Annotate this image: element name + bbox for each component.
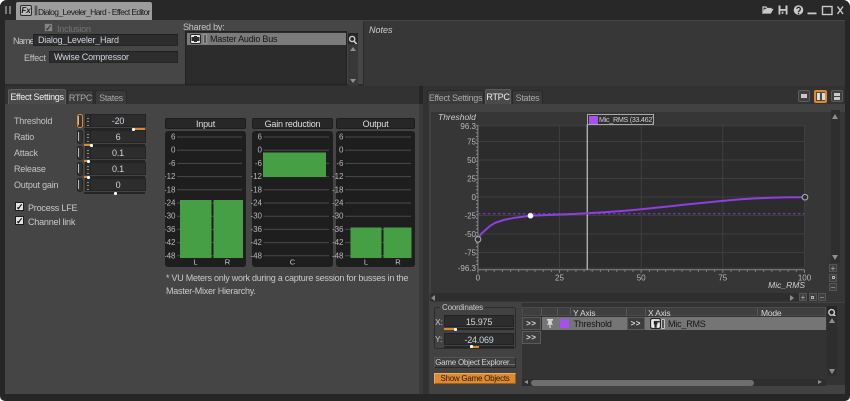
svg-text:-25: -25 xyxy=(464,211,476,220)
svg-text:L: L xyxy=(193,258,197,267)
svg-text:-12: -12 xyxy=(250,172,262,181)
svg-text:C: C xyxy=(290,258,296,267)
svg-text:-30: -30 xyxy=(332,212,344,221)
svg-text:-36: -36 xyxy=(250,225,262,234)
svg-text:75: 75 xyxy=(467,138,476,147)
svg-text:0: 0 xyxy=(339,146,344,155)
svg-text:Mic_RMS: Mic_RMS xyxy=(768,280,805,290)
svg-text:25: 25 xyxy=(555,274,564,283)
svg-text:L: L xyxy=(364,258,368,267)
svg-text:0: 0 xyxy=(171,146,176,155)
svg-text:-24: -24 xyxy=(332,199,344,208)
svg-text:-6: -6 xyxy=(168,159,176,168)
svg-text:-12: -12 xyxy=(165,172,176,181)
svg-text:-42: -42 xyxy=(165,238,176,247)
svg-text:-48: -48 xyxy=(332,251,344,260)
svg-text:-75: -75 xyxy=(464,248,476,257)
svg-text:-6: -6 xyxy=(336,159,344,168)
svg-text:-36: -36 xyxy=(332,225,344,234)
svg-text:75: 75 xyxy=(718,274,727,283)
svg-text:-18: -18 xyxy=(250,185,262,194)
svg-text:-48: -48 xyxy=(165,251,176,260)
svg-text:-18: -18 xyxy=(165,185,176,194)
svg-text:-96.3: -96.3 xyxy=(458,264,477,273)
svg-text:-24: -24 xyxy=(165,199,176,208)
svg-text:Threshold: Threshold xyxy=(438,112,476,122)
svg-text:-48: -48 xyxy=(250,251,262,260)
svg-text:R: R xyxy=(225,258,231,267)
svg-text:-42: -42 xyxy=(332,238,344,247)
svg-text:-12: -12 xyxy=(332,172,344,181)
svg-text:6: 6 xyxy=(171,133,176,142)
svg-text:-42: -42 xyxy=(250,238,262,247)
svg-text:-24: -24 xyxy=(250,199,262,208)
svg-text:0: 0 xyxy=(258,146,263,155)
svg-text:R: R xyxy=(395,258,401,267)
svg-text:-36: -36 xyxy=(165,225,176,234)
svg-text:-18: -18 xyxy=(332,185,344,194)
svg-text:50: 50 xyxy=(467,156,476,165)
svg-text:-30: -30 xyxy=(165,212,176,221)
svg-text:-30: -30 xyxy=(250,212,262,221)
svg-text:-6: -6 xyxy=(255,159,263,168)
svg-text:0: 0 xyxy=(472,193,477,202)
svg-text:6: 6 xyxy=(258,133,263,142)
svg-text:6: 6 xyxy=(339,133,344,142)
svg-text:25: 25 xyxy=(467,175,476,184)
svg-text:96.3: 96.3 xyxy=(460,122,476,131)
svg-text:0: 0 xyxy=(476,274,481,283)
svg-text:50: 50 xyxy=(637,274,646,283)
svg-text:-50: -50 xyxy=(464,230,476,239)
